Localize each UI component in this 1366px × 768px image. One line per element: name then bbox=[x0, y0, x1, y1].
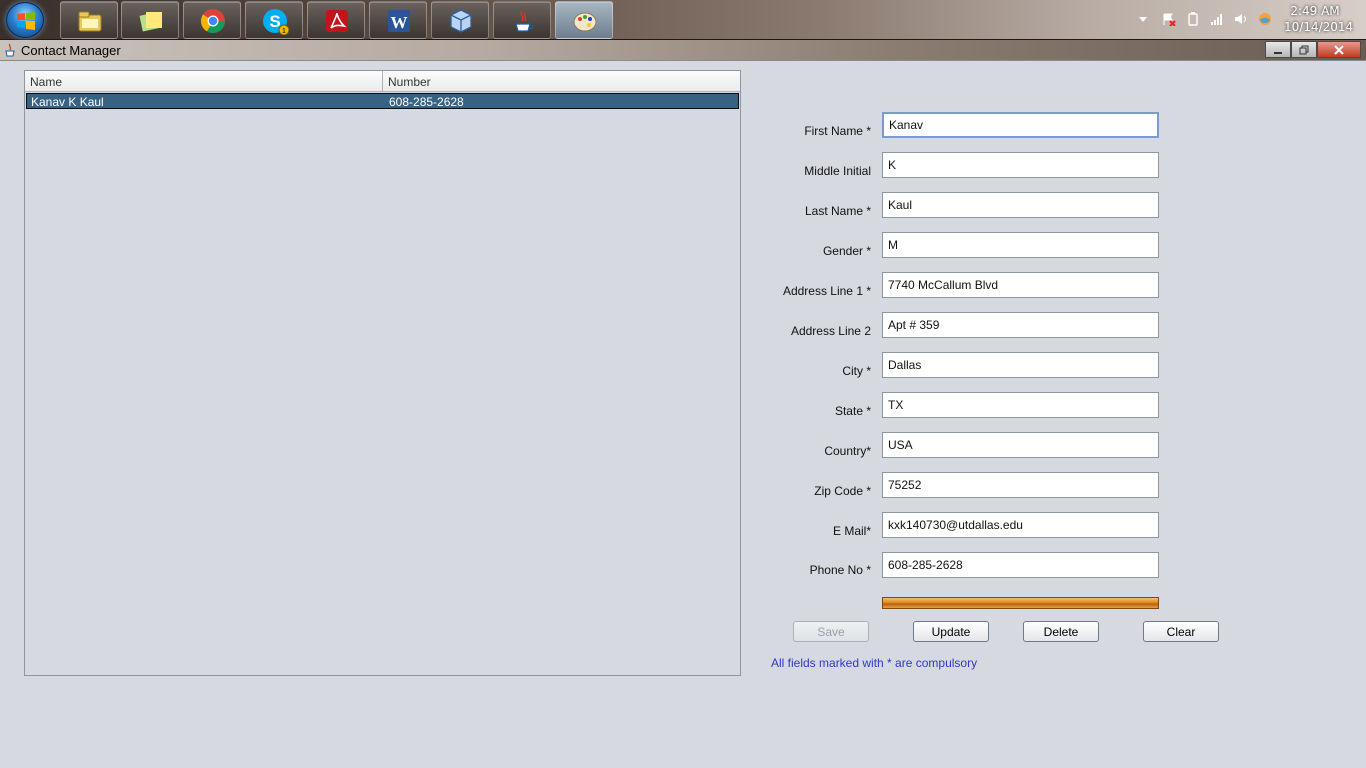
taskbar-sticky-notes-button[interactable] bbox=[121, 1, 179, 39]
window-titlebar[interactable]: Contact Manager bbox=[0, 40, 1366, 61]
taskbar: S 1 W 2:49 AM 10/14/2014 bbox=[0, 0, 1366, 40]
table-header: Name Number bbox=[25, 71, 740, 92]
contacts-table[interactable]: Name Number Kanav K Kaul 608-285-2628 bbox=[24, 70, 741, 676]
progress-bar bbox=[882, 597, 1159, 609]
chrome-icon bbox=[201, 9, 225, 34]
middle-initial-field[interactable] bbox=[882, 152, 1159, 178]
gender-field[interactable] bbox=[882, 232, 1159, 258]
clock-date: 10/14/2014 bbox=[1284, 20, 1354, 34]
first-name-label: First Name * bbox=[804, 124, 871, 138]
middle-initial-label: Middle Initial bbox=[804, 164, 871, 178]
windows-explorer-icon bbox=[78, 11, 102, 32]
power-icon[interactable] bbox=[1186, 12, 1200, 26]
taskbar-chrome-button[interactable] bbox=[183, 1, 241, 39]
clock[interactable]: 2:49 AM 10/14/2014 bbox=[1284, 3, 1354, 35]
sticky-notes-icon bbox=[139, 12, 162, 32]
last-name-field[interactable] bbox=[882, 192, 1159, 218]
country-field[interactable] bbox=[882, 432, 1159, 458]
gender-label: Gender * bbox=[822, 244, 871, 258]
taskbar-explorer-button[interactable] bbox=[60, 1, 118, 39]
close-icon bbox=[1334, 44, 1344, 55]
zip-code-label: Zip Code * bbox=[814, 484, 871, 498]
taskbar-paint-button[interactable] bbox=[555, 1, 613, 39]
progress-fill bbox=[883, 598, 1158, 608]
save-button[interactable]: Save bbox=[793, 621, 869, 642]
city-label: City * bbox=[842, 364, 871, 378]
first-name-field[interactable] bbox=[882, 112, 1159, 138]
network-icon[interactable] bbox=[1210, 12, 1224, 26]
show-hidden-icons-icon[interactable] bbox=[1136, 12, 1150, 26]
minimize-icon bbox=[1274, 51, 1282, 54]
skype-badge: 1 bbox=[282, 28, 286, 35]
phone-field[interactable] bbox=[882, 552, 1159, 578]
svg-text:W: W bbox=[391, 13, 408, 32]
restore-button[interactable] bbox=[1291, 41, 1317, 58]
skype-icon: S 1 bbox=[263, 9, 289, 35]
address-line-2-label: Address Line 2 bbox=[790, 324, 871, 338]
paint-icon bbox=[573, 12, 597, 32]
state-field[interactable] bbox=[882, 392, 1159, 418]
last-name-label: Last Name * bbox=[804, 204, 871, 218]
update-button[interactable]: Update bbox=[913, 621, 989, 642]
taskbar-word-button[interactable]: W bbox=[369, 1, 427, 39]
clock-time: 2:49 AM bbox=[1290, 4, 1340, 18]
table-cell-name: Kanav K Kaul bbox=[31, 95, 104, 109]
column-header-number[interactable]: Number bbox=[383, 71, 740, 91]
email-label: E Mail* bbox=[832, 524, 871, 538]
weather-icon[interactable] bbox=[1258, 12, 1272, 26]
required-fields-note: All fields marked with * are compulsory bbox=[771, 656, 978, 670]
window-title: Contact Manager bbox=[21, 43, 121, 58]
close-button[interactable] bbox=[1317, 41, 1361, 58]
taskbar-virtualbox-button[interactable] bbox=[431, 1, 489, 39]
java-icon bbox=[5, 43, 15, 57]
taskbar-java-button[interactable] bbox=[493, 1, 551, 39]
country-label: Country* bbox=[824, 444, 871, 458]
action-center-icon[interactable] bbox=[1162, 12, 1176, 26]
phone-label: Phone No * bbox=[809, 563, 871, 577]
city-field[interactable] bbox=[882, 352, 1159, 378]
clear-button[interactable]: Clear bbox=[1143, 621, 1219, 642]
taskbar-skype-button[interactable]: S 1 bbox=[245, 1, 303, 39]
window-controls bbox=[1265, 41, 1361, 59]
adobe-reader-icon bbox=[326, 10, 348, 32]
java-icon bbox=[515, 10, 534, 32]
address-line-1-label: Address Line 1 * bbox=[782, 284, 871, 298]
address-line-2-field[interactable] bbox=[882, 312, 1159, 338]
taskbar-adobe-button[interactable] bbox=[307, 1, 365, 39]
word-icon: W bbox=[388, 10, 410, 32]
restore-icon bbox=[1299, 45, 1309, 54]
address-line-1-field[interactable] bbox=[882, 272, 1159, 298]
table-row[interactable]: Kanav K Kaul 608-285-2628 bbox=[26, 93, 739, 109]
table-cell-number: 608-285-2628 bbox=[389, 95, 464, 109]
volume-icon[interactable] bbox=[1234, 12, 1248, 26]
delete-button[interactable]: Delete bbox=[1023, 621, 1099, 642]
column-header-name[interactable]: Name bbox=[25, 71, 383, 91]
email-field[interactable] bbox=[882, 512, 1159, 538]
minimize-button[interactable] bbox=[1265, 41, 1291, 58]
windows-logo-icon bbox=[17, 12, 35, 30]
virtualbox-icon bbox=[450, 9, 472, 33]
zip-code-field[interactable] bbox=[882, 472, 1159, 498]
state-label: State * bbox=[834, 404, 871, 418]
start-button[interactable] bbox=[6, 2, 44, 38]
